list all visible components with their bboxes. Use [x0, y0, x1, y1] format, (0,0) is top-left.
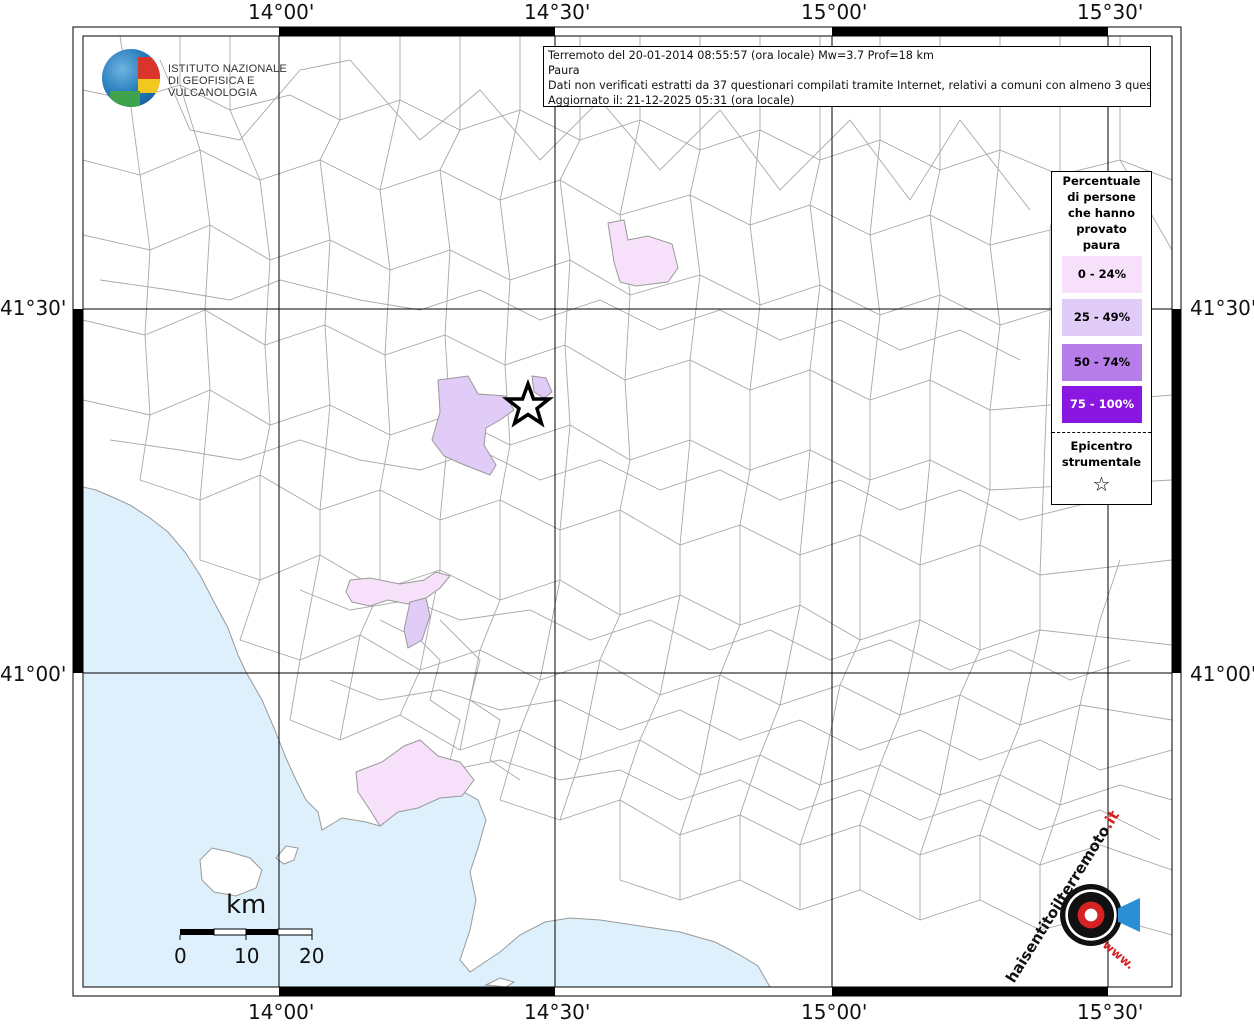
- lon-label-top-4: 15°30': [1077, 0, 1144, 24]
- data-note: Dati non verificati estratti da 37 quest…: [548, 79, 1151, 92]
- legend-class-3: 50 - 74%: [1062, 344, 1142, 381]
- lat-label-left-2: 41°00': [0, 662, 67, 686]
- hsit-logo: haisentitoilterremoto.it www.: [1002, 807, 1160, 986]
- hsit-logo-www: www.: [1099, 937, 1138, 973]
- scale-tick-20: 20: [299, 944, 325, 968]
- scale-unit: km: [226, 890, 267, 920]
- legend-title: Percentuale di persone che hanno provato…: [1062, 174, 1141, 252]
- lon-label-bottom-4: 15°30': [1077, 1000, 1144, 1024]
- scale-tick-10: 10: [234, 944, 260, 968]
- lon-label-bottom-1: 14°00': [248, 1000, 315, 1024]
- update-time: Aggiornato il: 21-12-2025 05:31 (ora loc…: [548, 94, 795, 107]
- lon-label-top-1: 14°00': [248, 0, 315, 24]
- map-parameter: Paura: [548, 64, 580, 77]
- lat-label-right-1: 41°30': [1190, 296, 1254, 320]
- event-title: Terremoto del 20-01-2014 08:55:57 (ora l…: [548, 49, 934, 62]
- megaphone-icon: [1118, 898, 1140, 932]
- lat-label-left-1: 41°30': [0, 296, 67, 320]
- lat-label-right-2: 41°00': [1190, 662, 1254, 686]
- scale-tick-0: 0: [174, 944, 187, 968]
- lon-label-top-3: 15°00': [801, 0, 868, 24]
- legend-class-2: 25 - 49%: [1062, 299, 1142, 336]
- lon-label-bottom-3: 15°00': [801, 1000, 868, 1024]
- globe-icon: [102, 49, 160, 107]
- lon-label-top-2: 14°30': [524, 0, 591, 24]
- legend-divider: [1052, 432, 1151, 433]
- legend: Percentuale di persone che hanno provato…: [1051, 171, 1152, 505]
- event-info-box: Terremoto del 20-01-2014 08:55:57 (ora l…: [543, 46, 1151, 107]
- lon-label-bottom-2: 14°30': [524, 1000, 591, 1024]
- ingv-logo: ISTITUTO NAZIONALE DI GEOFISICA E VULCAN…: [100, 47, 320, 109]
- legend-class-1: 0 - 24%: [1062, 256, 1142, 293]
- legend-class-4: 75 - 100%: [1062, 386, 1142, 423]
- star-icon: ☆: [1092, 472, 1111, 496]
- ingv-logo-text: ISTITUTO NAZIONALE DI GEOFISICA E VULCAN…: [168, 63, 287, 99]
- legend-epicenter-label: Epicentro strumentale: [1061, 439, 1142, 469]
